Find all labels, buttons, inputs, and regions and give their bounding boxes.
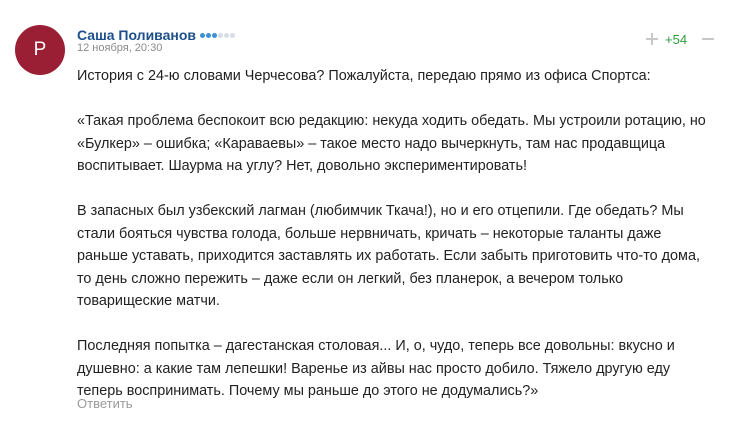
rating-dot bbox=[206, 32, 211, 38]
comment-line: товарищеские матчи. bbox=[77, 293, 220, 309]
author-row: Саша Поливанов bbox=[77, 27, 235, 43]
comment-line: душевно: а какие там лепешки! Варенье из… bbox=[77, 360, 671, 377]
rating-dot bbox=[230, 32, 235, 38]
comment-line: то день сложно пережить – даже если он л… bbox=[77, 270, 624, 287]
reply-button[interactable]: Ответить bbox=[77, 396, 133, 411]
plus-icon[interactable] bbox=[644, 31, 660, 47]
avatar[interactable]: P bbox=[15, 25, 65, 75]
comment-line: теперь воспринимать. Почему мы раньше до… bbox=[77, 383, 539, 399]
minus-icon[interactable] bbox=[700, 31, 716, 47]
comment-line: История с 24-ю словами Черчесова? Пожалу… bbox=[77, 68, 651, 84]
score: +54 bbox=[665, 31, 688, 47]
comment-paragraph: В запасных был узбекский лагман (любимчи… bbox=[77, 200, 727, 313]
rating-dot bbox=[218, 32, 223, 38]
comment-line: стали бояться чувства голода, больше нер… bbox=[77, 225, 662, 242]
comment-paragraph: История с 24-ю словами Черчесова? Пожалу… bbox=[77, 65, 727, 88]
comment-line: В запасных был узбекский лагман (любимчи… bbox=[77, 203, 684, 219]
rating-dot bbox=[200, 32, 205, 38]
rating-dot bbox=[224, 32, 229, 38]
vote-controls: +54 bbox=[644, 31, 716, 47]
comment-text: История с 24-ю словами Черчесова? Пожалу… bbox=[77, 65, 727, 403]
comment-line: «Булкер» – ошибка; «Караваевы» – такое м… bbox=[77, 135, 666, 152]
user-rating-dots bbox=[200, 32, 235, 38]
comment-line: раньше уставать, приходится заставлять и… bbox=[77, 248, 700, 264]
comment: P Саша Поливанов 12 ноября, 20:30 +54 Ис… bbox=[0, 0, 730, 425]
comment-line: воспитывает. Шаурма на углу? Нет, доволь… bbox=[77, 158, 527, 174]
comment-line: «Такая проблема беспокоит всю редакцию: … bbox=[77, 113, 706, 129]
comment-line: Последняя попытка – дагестанская столова… bbox=[77, 338, 675, 354]
timestamp: 12 ноября, 20:30 bbox=[77, 42, 163, 54]
rating-dot bbox=[212, 32, 217, 38]
author-name[interactable]: Саша Поливанов bbox=[77, 27, 196, 43]
comment-paragraph: «Такая проблема беспокоит всю редакцию: … bbox=[77, 110, 727, 178]
comment-paragraph: Последняя попытка – дагестанская столова… bbox=[77, 335, 727, 403]
